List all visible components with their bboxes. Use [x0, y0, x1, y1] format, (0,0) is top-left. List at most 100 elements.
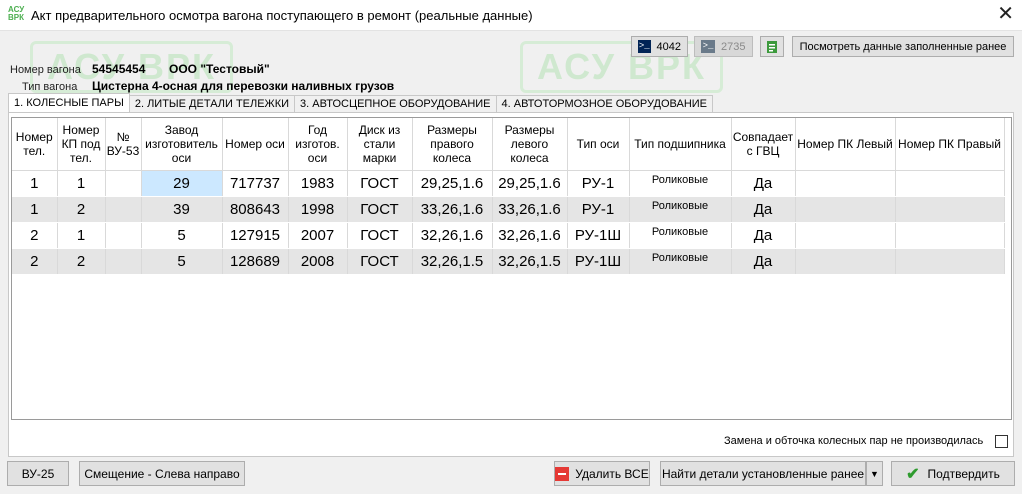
col-header[interactable]: Год изготов. оси: [288, 118, 348, 171]
col-header[interactable]: Размеры правого колеса: [412, 118, 493, 171]
delete-all-button[interactable]: Удалить ВСЕ: [554, 461, 650, 486]
table-cell[interactable]: 1998: [288, 196, 348, 223]
table-cell[interactable]: 2: [12, 248, 58, 275]
table-cell[interactable]: РУ-1: [567, 170, 630, 197]
col-header[interactable]: Номер ПК Левый: [795, 118, 896, 171]
table-row[interactable]: 2 2 5 128689 2008 ГОСТ 32,26,1.5 32,26,1…: [12, 248, 1005, 275]
table-cell[interactable]: Да: [731, 222, 796, 249]
col-header[interactable]: Тип оси: [567, 118, 630, 171]
table-cell[interactable]: 33,26,1.6: [492, 196, 568, 223]
table-cell[interactable]: 2: [57, 248, 106, 275]
powershell-icon: >_: [638, 40, 651, 53]
table-cell[interactable]: [105, 222, 142, 249]
table-cell[interactable]: 5: [141, 222, 223, 249]
table-cell[interactable]: 39: [141, 196, 223, 223]
table-cell[interactable]: 127915: [222, 222, 289, 249]
table-cell[interactable]: 2007: [288, 222, 348, 249]
col-header[interactable]: Диск из стали марки: [347, 118, 413, 171]
table-cell[interactable]: [795, 222, 896, 249]
table-cell[interactable]: Да: [731, 170, 796, 197]
table-cell[interactable]: РУ-1Ш: [567, 222, 630, 249]
col-header[interactable]: № ВУ-53: [105, 118, 142, 171]
table-cell[interactable]: 1: [12, 196, 58, 223]
table-cell[interactable]: Роликовые: [629, 196, 732, 223]
tab-brakes[interactable]: 4. АВТОТОРМОЗНОЕ ОБОРУДОВАНИЕ: [495, 95, 714, 113]
table-cell-selected[interactable]: 29: [141, 170, 223, 197]
window-title: Акт предварительного осмотра вагона пост…: [31, 8, 533, 23]
col-header[interactable]: Номер КП под тел.: [57, 118, 106, 171]
col-header[interactable]: Тип подшипника: [629, 118, 732, 171]
table-cell[interactable]: ГОСТ: [347, 248, 413, 275]
table-cell[interactable]: 32,26,1.6: [412, 222, 493, 249]
table-cell[interactable]: 2: [57, 196, 106, 223]
table-cell[interactable]: [105, 170, 142, 197]
col-header[interactable]: Номер оси: [222, 118, 289, 171]
title-bar: АСУ ВРК Акт предварительного осмотра ваго…: [0, 0, 1022, 31]
table-cell[interactable]: [105, 196, 142, 223]
table-cell[interactable]: [895, 170, 1005, 197]
table-cell[interactable]: 1: [57, 222, 106, 249]
table-row[interactable]: 1 2 39 808643 1998 ГОСТ 33,26,1.6 33,26,…: [12, 196, 1005, 223]
table-cell[interactable]: 2008: [288, 248, 348, 275]
table-cell[interactable]: 717737: [222, 170, 289, 197]
table-cell[interactable]: Да: [731, 196, 796, 223]
table-cell[interactable]: 33,26,1.6: [412, 196, 493, 223]
no-replacement-label: Замена и обточка колесных пар не произво…: [724, 435, 984, 447]
table-cell[interactable]: [105, 248, 142, 275]
table-cell[interactable]: ГОСТ: [347, 222, 413, 249]
table-cell[interactable]: 1983: [288, 170, 348, 197]
table-cell[interactable]: Да: [731, 248, 796, 275]
col-header[interactable]: Завод изготовитель оси: [141, 118, 223, 171]
table-cell[interactable]: 808643: [222, 196, 289, 223]
table-cell[interactable]: ГОСТ: [347, 196, 413, 223]
table-cell[interactable]: 32,26,1.5: [492, 248, 568, 275]
col-header[interactable]: Номер ПК Правый: [895, 118, 1005, 171]
find-parts-button[interactable]: Найти детали установленные ранее: [660, 461, 866, 486]
col-header[interactable]: Совпадает с ГВЦ: [731, 118, 796, 171]
table-cell[interactable]: РУ-1Ш: [567, 248, 630, 275]
table-cell[interactable]: ГОСТ: [347, 170, 413, 197]
table-cell[interactable]: 32,26,1.5: [412, 248, 493, 275]
wagon-type-value: Цистерна 4-осная для перевозки наливных …: [92, 79, 395, 93]
table-cell[interactable]: 29,25,1.6: [412, 170, 493, 197]
tab-wheelsets[interactable]: 1. КОЛЕСНЫЕ ПАРЫ: [8, 93, 130, 113]
tab-coupler[interactable]: 3. АВТОСЦЕПНОЕ ОБОРУДОВАНИЕ: [294, 95, 497, 113]
document-green-icon: [767, 40, 777, 53]
table-cell[interactable]: РУ-1: [567, 196, 630, 223]
table-cell[interactable]: 29,25,1.6: [492, 170, 568, 197]
ps-4042-button[interactable]: >_ 4042: [631, 36, 688, 57]
table-cell[interactable]: 128689: [222, 248, 289, 275]
confirm-button[interactable]: ✔ Подтвердить: [891, 461, 1015, 486]
vu25-button[interactable]: ВУ-25: [7, 461, 69, 486]
table-cell[interactable]: 1: [12, 170, 58, 197]
table-cell[interactable]: 2: [12, 222, 58, 249]
close-icon[interactable]: ✕: [997, 4, 1014, 24]
table-cell[interactable]: [795, 196, 896, 223]
table-cell[interactable]: 32,26,1.6: [492, 222, 568, 249]
table-row[interactable]: 1 1 29 717737 1983 ГОСТ 29,25,1.6 29,25,…: [12, 170, 1005, 197]
no-replacement-checkbox[interactable]: [995, 435, 1008, 448]
delete-all-label: Удалить ВСЕ: [575, 466, 649, 481]
table-cell[interactable]: [795, 248, 896, 275]
table-cell[interactable]: 1: [57, 170, 106, 197]
view-filled-button[interactable]: Посмотреть данные заполненные ранее: [792, 36, 1014, 57]
table-cell[interactable]: Роликовые: [629, 222, 732, 249]
table-cell[interactable]: Роликовые: [629, 170, 732, 197]
table-row[interactable]: 2 1 5 127915 2007 ГОСТ 32,26,1.6 32,26,1…: [12, 222, 1005, 249]
table-cell[interactable]: Роликовые: [629, 248, 732, 275]
table-cell[interactable]: [895, 248, 1005, 275]
ps-2735-button[interactable]: >_ 2735: [694, 36, 753, 57]
wheelsets-grid[interactable]: Номер тел. Номер КП под тел. № ВУ-53 Зав…: [11, 117, 1012, 420]
offset-direction-button[interactable]: Смещение - Слева направо: [79, 461, 245, 486]
company-name: ООО "Тестовый": [169, 62, 270, 76]
table-cell[interactable]: [895, 222, 1005, 249]
table-cell[interactable]: [895, 196, 1005, 223]
table-cell[interactable]: 5: [141, 248, 223, 275]
find-parts-dropdown[interactable]: ▼: [866, 461, 883, 486]
tab-strip: 1. КОЛЕСНЫЕ ПАРЫ 2. ЛИТЫЕ ДЕТАЛИ ТЕЛЕЖКИ…: [8, 93, 714, 113]
tab-cast-parts[interactable]: 2. ЛИТЫЕ ДЕТАЛИ ТЕЛЕЖКИ: [128, 95, 296, 113]
document-icon-button[interactable]: [760, 36, 784, 57]
col-header[interactable]: Номер тел.: [12, 118, 58, 171]
col-header[interactable]: Размеры левого колеса: [492, 118, 568, 171]
table-cell[interactable]: [795, 170, 896, 197]
